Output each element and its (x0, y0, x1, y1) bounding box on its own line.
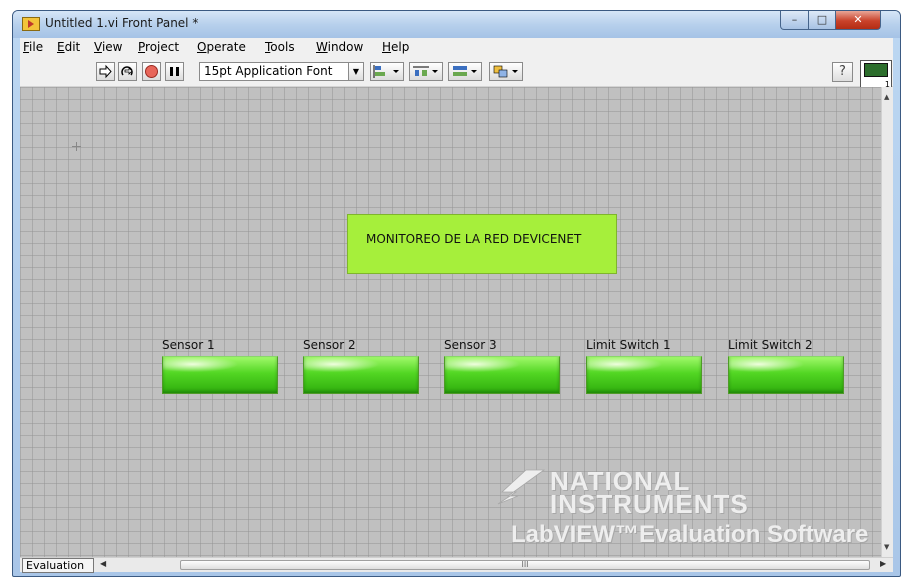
menu-tools[interactable]: Tools (265, 40, 295, 54)
scroll-right-arrow-icon[interactable]: ▶ (880, 559, 886, 568)
chevron-down-icon: ▼ (348, 63, 363, 80)
menu-project[interactable]: Project (138, 40, 179, 54)
font-selector[interactable]: 15pt Application Font ▼ (199, 62, 364, 81)
front-panel-canvas[interactable]: MONITOREO DE LA RED DEVICENET Sensor 1 S… (20, 87, 881, 557)
menu-view[interactable]: View (94, 40, 122, 54)
sensor-2-indicator[interactable] (303, 356, 419, 394)
scroll-left-arrow-icon[interactable]: ◀ (100, 559, 106, 568)
labview-window: Untitled 1.vi Front Panel * – □ ✕ File E… (12, 10, 901, 577)
window-title: Untitled 1.vi Front Panel * (45, 16, 199, 30)
abort-button[interactable] (142, 62, 161, 81)
evaluation-watermark: NATIONAL INSTRUMENTS LabVIEW™Evaluation … (480, 462, 880, 557)
distribute-objects-icon (413, 66, 438, 76)
labview-vi-icon (22, 17, 40, 31)
limit-switch-2-indicator[interactable] (728, 356, 844, 394)
limit-switch-2-label: Limit Switch 2 (728, 338, 813, 352)
menu-operate[interactable]: Operate (197, 40, 246, 54)
pause-button[interactable] (165, 62, 184, 81)
watermark-instruments: INSTRUMENTS (550, 489, 749, 519)
run-arrow-icon (99, 64, 112, 79)
ni-eagle-logo-icon (497, 469, 546, 505)
title-bar[interactable]: Untitled 1.vi Front Panel * – □ ✕ (13, 11, 900, 38)
window-client: File Edit View Project Operate Tools Win… (20, 38, 893, 573)
sensor-1-label: Sensor 1 (162, 338, 215, 352)
close-button[interactable]: ✕ (835, 11, 881, 30)
maximize-button[interactable]: □ (808, 11, 836, 30)
panel-title-label[interactable]: MONITOREO DE LA RED DEVICENET (347, 214, 617, 274)
sensor-1-indicator[interactable] (162, 356, 278, 394)
menu-help[interactable]: Help (382, 40, 409, 54)
pause-icon (170, 67, 179, 76)
menu-file[interactable]: File (23, 40, 43, 54)
context-help-button[interactable]: ? (832, 62, 853, 82)
toolbar: 15pt Application Font ▼ ? 1 (20, 56, 893, 90)
run-continuously-icon (121, 66, 133, 76)
minimize-button[interactable]: – (780, 11, 809, 30)
run-continuously-button[interactable] (118, 62, 137, 81)
distribute-objects-button[interactable] (409, 62, 443, 81)
vertical-scrollbar[interactable]: ▲ ▼ (881, 87, 893, 557)
limit-switch-1-indicator[interactable] (586, 356, 702, 394)
sensor-2-label: Sensor 2 (303, 338, 356, 352)
evaluation-tab[interactable]: Evaluation (22, 558, 94, 573)
panel-origin-marker (72, 142, 81, 151)
connector-pane-icon[interactable]: 1 (860, 60, 892, 90)
horizontal-scroll-area: Evaluation ◀ III ▶ (20, 557, 893, 573)
run-button[interactable] (96, 62, 115, 81)
menu-bar: File Edit View Project Operate Tools Win… (20, 38, 893, 56)
menu-window[interactable]: Window (316, 40, 363, 54)
limit-switch-1-label: Limit Switch 1 (586, 338, 671, 352)
sensor-3-label: Sensor 3 (444, 338, 497, 352)
resize-objects-icon (453, 66, 477, 76)
font-selector-value: 15pt Application Font (204, 64, 333, 78)
abort-stop-icon (145, 65, 158, 78)
align-objects-button[interactable] (370, 62, 404, 81)
menu-edit[interactable]: Edit (57, 40, 80, 54)
sensor-3-indicator[interactable] (444, 356, 560, 394)
watermark-labview-evaluation: LabVIEW™Evaluation Software (511, 521, 869, 548)
scroll-up-arrow-icon[interactable]: ▲ (884, 93, 889, 101)
reorder-button[interactable] (489, 62, 523, 81)
resize-objects-button[interactable] (448, 62, 482, 81)
reorder-icon (493, 65, 518, 78)
horizontal-scroll-thumb[interactable]: III (180, 560, 870, 570)
scroll-down-arrow-icon[interactable]: ▼ (884, 543, 889, 551)
align-objects-icon (373, 65, 399, 78)
vi-icon-scope (864, 63, 888, 77)
